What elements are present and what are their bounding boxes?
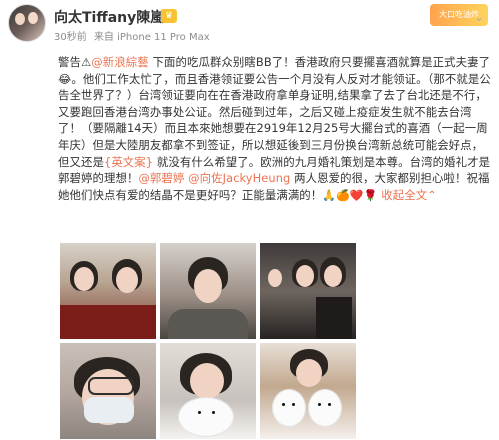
post-text-part: 下面的吃瓜群众别瞎BB了！香港政府只要擺喜酒就算是正式夫妻了😂。他们工作太忙了，… <box>58 55 491 169</box>
photo-group-dark[interactable] <box>260 243 356 339</box>
chevron-up-icon[interactable]: ⌃ <box>427 188 437 202</box>
photo-man-portrait[interactable] <box>160 243 256 339</box>
username[interactable]: 向太Tiffany陳嵐 <box>54 7 164 27</box>
emoji-group: 🙏🍊❤️🌹 <box>322 188 378 202</box>
post-text-part: 警告⚠ <box>58 55 92 69</box>
post-time: 30秒前 <box>54 32 87 43</box>
photo-grid <box>60 243 360 439</box>
post-device[interactable]: 来自 iPhone 11 Pro Max <box>94 32 210 43</box>
post-text: 警告⚠@新浪綜藝 下面的吃瓜群众别瞎BB了！香港政府只要擺喜酒就算是正式夫妻了😂… <box>58 54 492 204</box>
photo-masked-woman[interactable] <box>60 343 156 439</box>
photo-woman-with-dog[interactable] <box>160 343 256 439</box>
photo-man-with-dogs[interactable] <box>260 343 356 439</box>
mention-link[interactable]: @郭碧婷 <box>138 171 184 185</box>
post-header: 向太Tiffany陳嵐 ♛ 30秒前 来自 iPhone 11 Pro Max … <box>8 4 488 44</box>
user-avatar[interactable] <box>8 4 46 42</box>
mention-link[interactable]: @新浪綜藝 <box>91 55 148 69</box>
photo-couple-selfie[interactable] <box>60 243 156 339</box>
mention-link[interactable]: @向佐JackyHeung <box>188 171 290 185</box>
chevron-down-icon[interactable]: ⌄ <box>474 10 484 24</box>
post-meta: 30秒前 来自 iPhone 11 Pro Max <box>54 28 210 43</box>
collapse-link[interactable]: 收起全文 <box>381 188 427 202</box>
vip-icon: ♛ <box>161 9 177 23</box>
english-tag-link[interactable]: {英文案} <box>104 155 153 169</box>
